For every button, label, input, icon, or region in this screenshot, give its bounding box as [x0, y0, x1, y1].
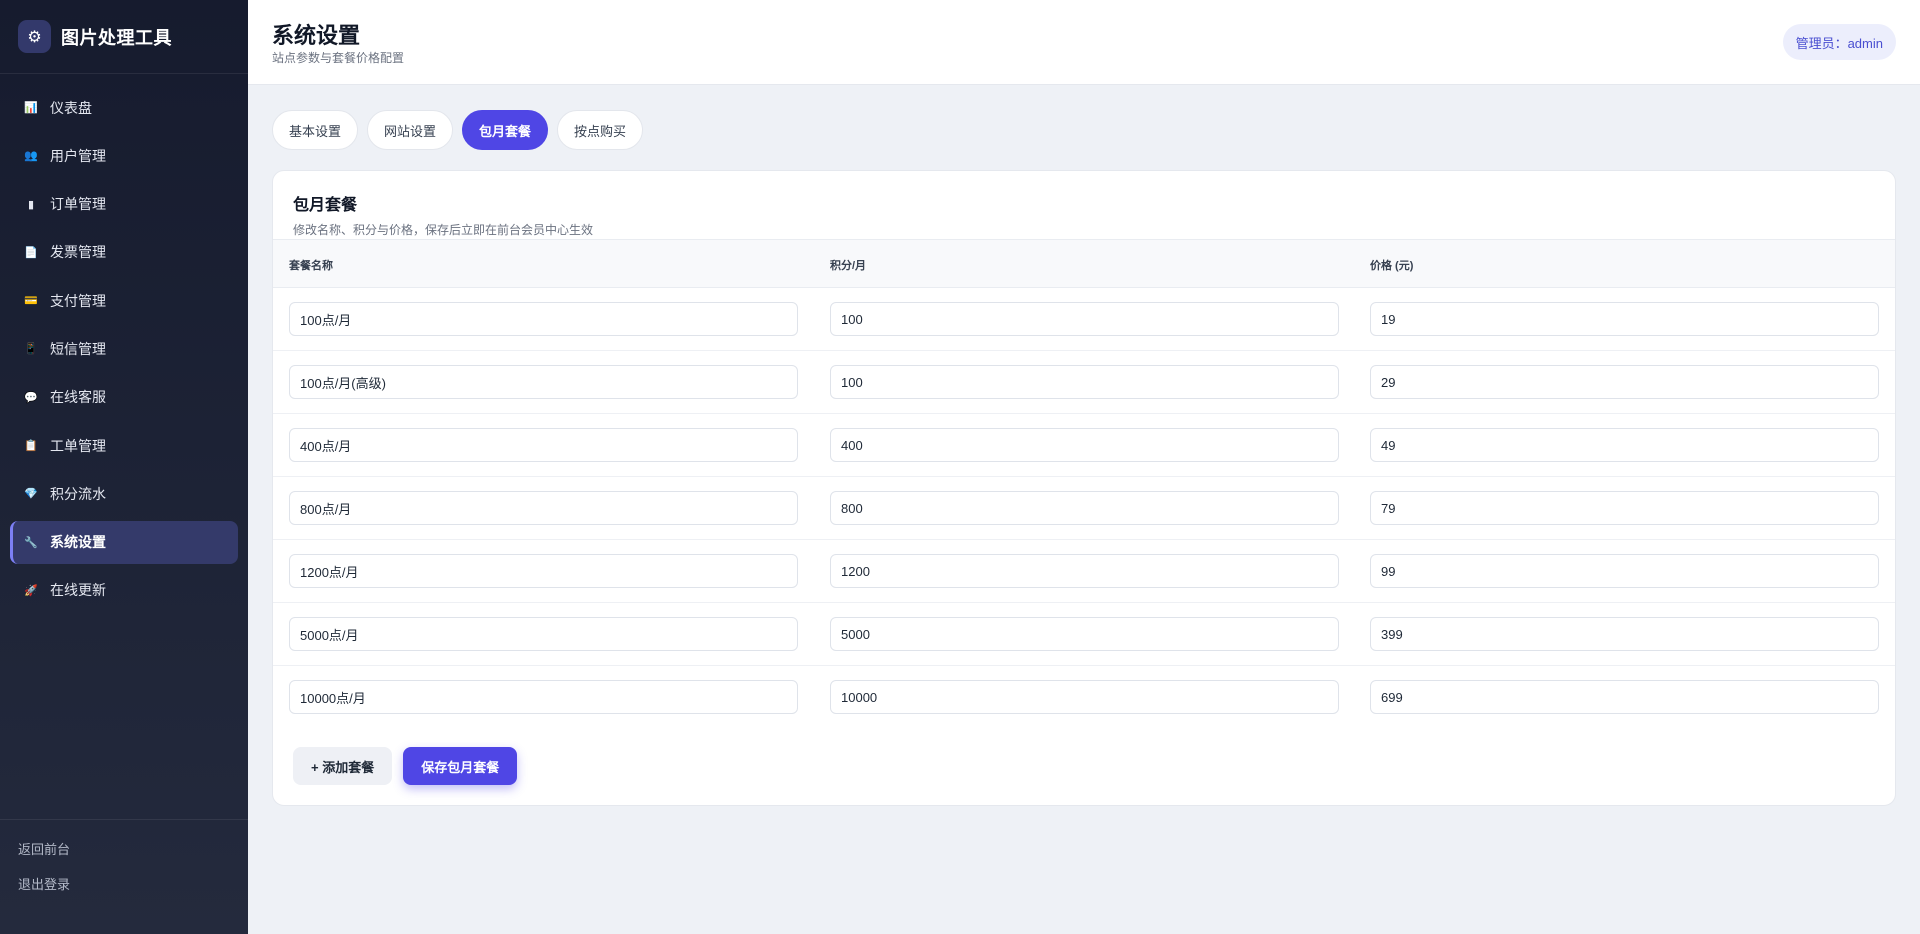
- plan-name-input[interactable]: [289, 365, 798, 399]
- sidebar-item-5[interactable]: 📱 短信管理: [10, 327, 238, 370]
- table-row: [273, 414, 1895, 477]
- monthly-plans-card: 包月套餐 修改名称、积分与价格，保存后立即在前台会员中心生效 套餐名称 积分/月…: [272, 170, 1896, 806]
- sidebar-item-label: 积分流水: [50, 485, 106, 502]
- sidebar-item-label: 在线更新: [50, 582, 106, 599]
- brand: ⚙ 图片处理工具: [0, 0, 248, 74]
- plan-price-input[interactable]: [1370, 554, 1879, 588]
- save-monthly-plans-button[interactable]: 保存包月套餐: [403, 747, 518, 785]
- sidebar-item-label: 短信管理: [50, 340, 106, 357]
- sidebar-item-7[interactable]: 📋 工单管理: [10, 424, 238, 467]
- table-row: [273, 477, 1895, 540]
- page-title: 系统设置: [272, 23, 361, 48]
- sidebar-item-3[interactable]: 📄 发票管理: [10, 231, 238, 274]
- dashboard-icon: 📊: [24, 102, 38, 114]
- table-row: [273, 540, 1895, 603]
- plan-name-input[interactable]: [289, 428, 798, 462]
- topbar: 系统设置 站点参数与套餐价格配置 管理员：admin: [248, 0, 1920, 85]
- table-row: [273, 666, 1895, 729]
- points-icon: 💎: [24, 488, 38, 501]
- plan-price-input[interactable]: [1370, 302, 1879, 336]
- order-icon: ▮: [27, 198, 35, 211]
- sidebar-item-2[interactable]: ▮ 订单管理: [10, 183, 238, 226]
- admin-badge[interactable]: 管理员：admin: [1782, 24, 1896, 60]
- column-header-points: 积分/月: [830, 260, 867, 272]
- sidebar-nav: 📊 仪表盘 👥 用户管理 ▮ 订单管理 📄 发票管理 💳 支付管理 📱 短信管理 💬 在线客服 📋 工单管理 💎…: [0, 74, 248, 612]
- sidebar-item-label: 工单管理: [50, 437, 106, 454]
- sidebar: ⚙ 图片处理工具 📊 仪表盘 👥 用户管理 ▮ 订单管理 📄 发票管理 💳 支付管理 📱 短信管理 💬 在…: [0, 0, 248, 934]
- plan-name-input[interactable]: [289, 554, 798, 588]
- sidebar-item-8[interactable]: 💎 积分流水: [10, 472, 238, 515]
- logout-link[interactable]: 退出登录: [18, 875, 230, 910]
- sidebar-item-label: 用户管理: [50, 147, 106, 164]
- add-plan-button[interactable]: + 添加套餐: [293, 747, 393, 785]
- plan-name-input[interactable]: [289, 617, 798, 651]
- plan-price-input[interactable]: [1370, 428, 1879, 462]
- brand-title: 图片处理工具: [61, 27, 172, 48]
- tab-1[interactable]: 网站设置: [367, 110, 454, 150]
- plan-points-input[interactable]: [830, 302, 1339, 336]
- sidebar-item-0[interactable]: 📊 仪表盘: [10, 86, 238, 129]
- sidebar-item-1[interactable]: 👥 用户管理: [10, 134, 238, 177]
- sidebar-item-label: 订单管理: [50, 196, 106, 213]
- card-description: 修改名称、积分与价格，保存后立即在前台会员中心生效: [293, 223, 594, 237]
- plan-price-input[interactable]: [1370, 617, 1879, 651]
- plan-name-input[interactable]: [289, 680, 798, 714]
- table-row: [273, 603, 1895, 666]
- sms-icon: 📱: [24, 343, 38, 356]
- plan-points-input[interactable]: [830, 365, 1339, 399]
- table-row: [273, 351, 1895, 414]
- sidebar-item-label: 系统设置: [50, 534, 106, 551]
- sidebar-item-label: 发票管理: [50, 244, 106, 261]
- main-content: 系统设置 站点参数与套餐价格配置 管理员：admin 基本设置 网站设置 包月套餐按…: [248, 0, 1920, 934]
- sidebar-item-label: 支付管理: [50, 292, 106, 309]
- settings-icon: 🔧: [24, 536, 38, 549]
- tab-3[interactable]: 按点购买: [557, 110, 644, 150]
- plan-name-input[interactable]: [289, 302, 798, 336]
- update-icon: 🚀: [24, 584, 38, 597]
- sidebar-item-label: 仪表盘: [50, 99, 92, 116]
- table-header: 套餐名称 积分/月 价格 (元): [273, 239, 1895, 288]
- sidebar-item-9[interactable]: 🔧 系统设置: [10, 520, 238, 564]
- plan-price-input[interactable]: [1370, 491, 1879, 525]
- ticket-icon: 📋: [24, 440, 38, 453]
- plan-price-input[interactable]: [1370, 680, 1879, 714]
- users-icon: 👥: [24, 150, 38, 163]
- app-root: ⚙ 图片处理工具 📊 仪表盘 👥 用户管理 ▮ 订单管理 📄 发票管理 💳 支付管理 📱 短信管理 💬 在…: [0, 0, 1920, 934]
- plan-rows: [273, 288, 1895, 729]
- plan-points-input[interactable]: [830, 617, 1339, 651]
- plan-price-input[interactable]: [1370, 365, 1879, 399]
- tab-0[interactable]: 基本设置: [272, 110, 359, 150]
- plan-name-input[interactable]: [289, 491, 798, 525]
- plan-points-input[interactable]: [830, 554, 1339, 588]
- page-subtitle: 站点参数与套餐价格配置: [272, 51, 405, 65]
- card-title: 包月套餐: [293, 197, 358, 214]
- plan-points-input[interactable]: [830, 680, 1339, 714]
- sidebar-item-label: 在线客服: [50, 389, 106, 406]
- plan-points-input[interactable]: [830, 428, 1339, 462]
- card-actions: + 添加套餐 保存包月套餐: [293, 747, 518, 785]
- table-row: [273, 288, 1895, 351]
- sidebar-footer: 返回前台 退出登录: [0, 819, 248, 934]
- back-to-frontend-link[interactable]: 返回前台: [18, 840, 230, 875]
- chat-icon: 💬: [24, 391, 38, 404]
- invoice-icon: 📄: [24, 246, 38, 259]
- settings-tabs: 基本设置 网站设置 包月套餐 按点购买: [272, 110, 652, 150]
- column-header-name: 套餐名称: [289, 260, 333, 272]
- sidebar-item-10[interactable]: 🚀 在线更新: [10, 569, 238, 612]
- plan-points-input[interactable]: [830, 491, 1339, 525]
- gear-icon: ⚙: [18, 20, 51, 53]
- tab-2[interactable]: 包月套餐: [462, 110, 549, 150]
- sidebar-item-6[interactable]: 💬 在线客服: [10, 376, 238, 419]
- sidebar-item-4[interactable]: 💳 支付管理: [10, 279, 238, 322]
- column-header-price: 价格 (元): [1370, 260, 1414, 272]
- payment-icon: 💳: [24, 295, 38, 308]
